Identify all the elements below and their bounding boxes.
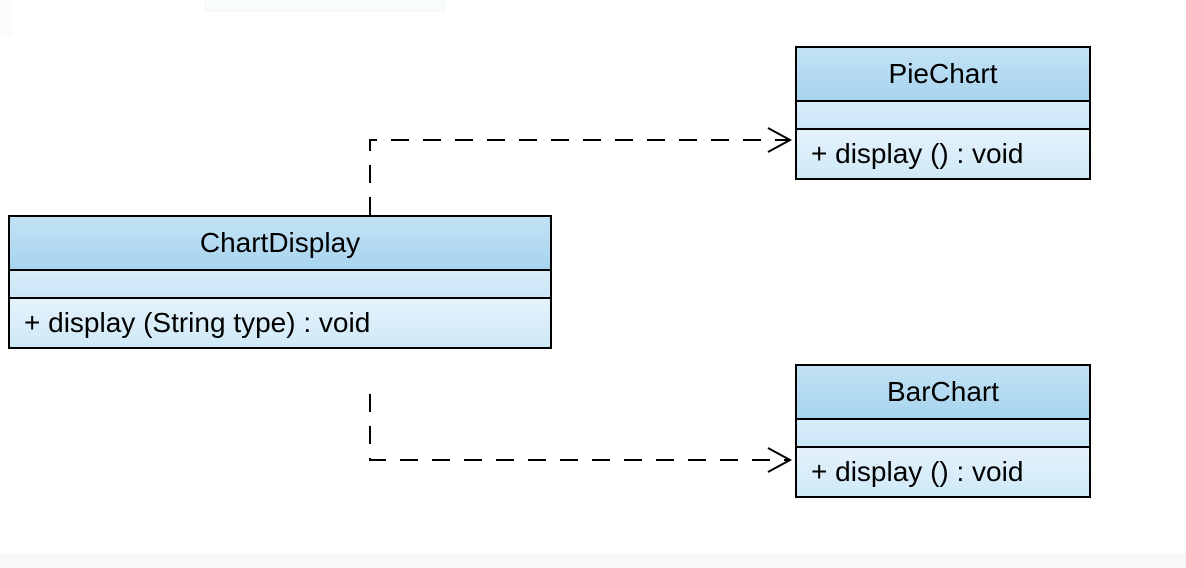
method-row: + display () : void (811, 138, 1075, 170)
class-title-chartdisplay: ChartDisplay (10, 217, 550, 271)
ghost-artifact-bottom (0, 554, 1186, 568)
ghost-artifact-left (0, 0, 12, 36)
class-title-barchart: BarChart (797, 366, 1089, 420)
class-methods-piechart: + display () : void (797, 130, 1089, 178)
class-methods-chartdisplay: + display (String type) : void (10, 299, 550, 347)
class-methods-barchart: + display () : void (797, 448, 1089, 496)
method-row: + display (String type) : void (24, 307, 536, 339)
class-title-piechart: PieChart (797, 48, 1089, 102)
method-row: + display () : void (811, 456, 1075, 488)
uml-class-piechart: PieChart + display () : void (795, 46, 1091, 180)
class-attributes-piechart (797, 102, 1089, 130)
arrowhead-icon (768, 128, 790, 152)
dependency-arrow-barchart (370, 394, 788, 460)
class-attributes-chartdisplay (10, 271, 550, 299)
ghost-artifact-top (205, 0, 445, 12)
uml-class-barchart: BarChart + display () : void (795, 364, 1091, 498)
class-attributes-barchart (797, 420, 1089, 448)
dependency-arrow-piechart (370, 140, 788, 215)
arrowhead-icon (768, 448, 790, 472)
uml-class-chartdisplay: ChartDisplay + display (String type) : v… (8, 215, 552, 349)
